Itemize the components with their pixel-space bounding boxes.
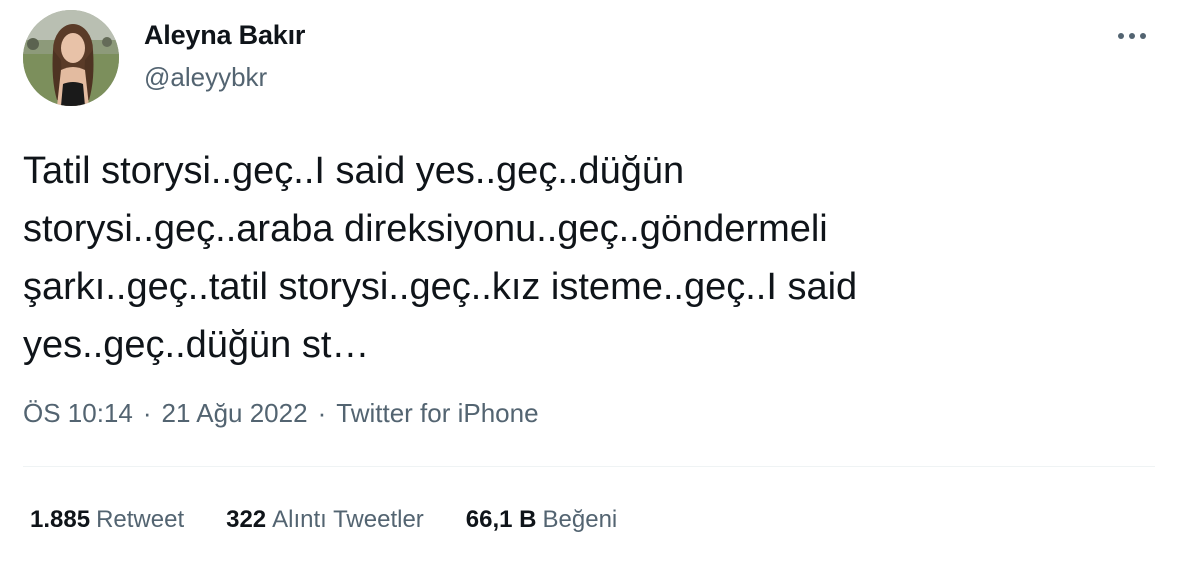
- retweets-label: Retweet: [96, 506, 185, 533]
- tweet-stats: 1.885 Retweet 322 Alıntı Tweetler 66,1 B Be…: [30, 506, 659, 534]
- tweet-time[interactable]: ÖS 10:14: [23, 398, 133, 428]
- tweet-text: Tatil storysi..geç..I said yes..geç..düğ…: [23, 150, 858, 366]
- tweet-date[interactable]: 21 Ağu 2022: [162, 398, 308, 428]
- quote-tweets-stat[interactable]: 322 Alıntı Tweetler: [226, 506, 424, 534]
- likes-label: Beğeni: [542, 506, 618, 533]
- quote-tweets-label: Alıntı Tweetler: [272, 506, 424, 533]
- more-horizontal-icon: [1118, 33, 1146, 39]
- retweets-count: 1.885: [30, 506, 91, 533]
- retweets-stat[interactable]: 1.885 Retweet: [30, 506, 184, 534]
- quote-tweets-count: 322: [226, 506, 267, 533]
- avatar[interactable]: [23, 10, 119, 106]
- tweet-source[interactable]: Twitter for iPhone: [336, 398, 538, 428]
- likes-stat[interactable]: 66,1 B Beğeni: [466, 506, 617, 534]
- author-display-name[interactable]: Aleyna Bakır: [144, 20, 305, 51]
- meta-separator: ·: [142, 398, 152, 428]
- meta-separator: ·: [317, 398, 327, 428]
- more-options-button[interactable]: [1112, 20, 1152, 52]
- tweet-card: Aleyna Bakır @aleyybkr Tatil storysi..ge…: [0, 0, 1186, 572]
- divider: [23, 466, 1155, 467]
- tweet-metadata: ÖS 10:14 · 21 Ağu 2022 · Twitter for iPhone: [23, 398, 539, 429]
- author-handle[interactable]: @aleyybkr: [144, 62, 267, 93]
- avatar-photo: [23, 10, 119, 106]
- likes-count: 66,1 B: [465, 506, 537, 533]
